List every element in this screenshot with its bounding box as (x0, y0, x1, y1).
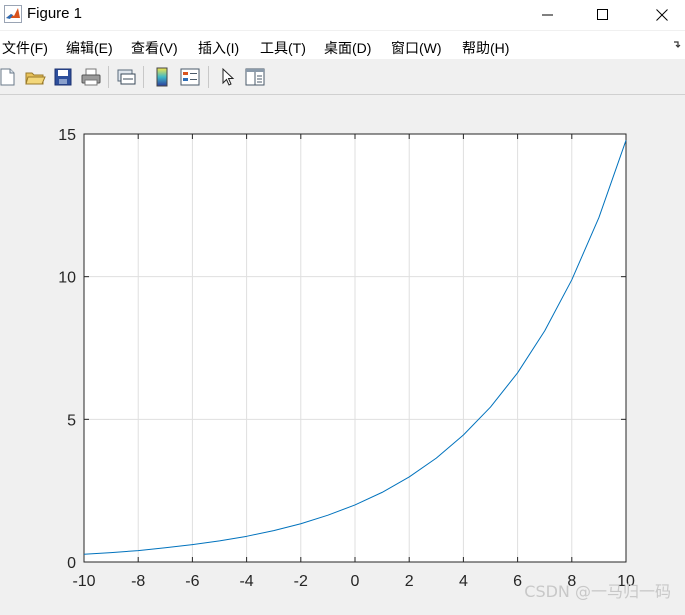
property-editor-icon[interactable] (244, 66, 266, 88)
y-tick-label: 0 (67, 555, 76, 572)
watermark: CSDN @一马归一码 (524, 582, 671, 601)
open-file-icon[interactable] (24, 66, 46, 88)
figure-toolbar (0, 60, 685, 95)
toolbar-separator (108, 66, 109, 88)
close-button[interactable] (639, 0, 685, 30)
x-tick-label: 2 (405, 573, 414, 590)
title-bar: Figure 1 (0, 0, 685, 30)
x-tick-label: -10 (72, 573, 95, 590)
insert-legend-icon[interactable] (179, 66, 201, 88)
menu-tools[interactable]: 工具(T) (260, 38, 306, 58)
x-tick-label: -2 (294, 573, 308, 590)
y-tick-label: 15 (58, 127, 76, 144)
pointer-arrow-icon[interactable] (216, 66, 238, 88)
x-tick-label: -8 (131, 573, 145, 590)
insert-colorbar-icon[interactable] (151, 66, 173, 88)
plot-axes[interactable]: -10 -8 -6 -4 -2 0 2 4 6 8 10051015 (0, 95, 685, 610)
x-tick-label: -4 (239, 573, 253, 590)
print-icon[interactable] (80, 66, 102, 88)
y-tick-label: 10 (58, 270, 76, 287)
matlab-logo-icon (4, 5, 22, 23)
minimize-icon (542, 14, 553, 16)
menu-window[interactable]: 窗口(W) (391, 38, 442, 58)
figure-canvas: -10 -8 -6 -4 -2 0 2 4 6 8 10 0 5 10 15 CSDN @一马归一码 (0, 95, 685, 610)
minimize-button[interactable] (525, 0, 571, 30)
x-tick-label: -6 (185, 573, 199, 590)
maximize-icon (597, 9, 608, 20)
link-plot-icon[interactable] (115, 66, 137, 88)
menu-bar: 文件(F) 编辑(E) 查看(V) 插入(I) 工具(T) 桌面(D) 窗口(W… (0, 31, 685, 59)
new-figure-icon[interactable] (0, 66, 18, 88)
y-tick-label: 5 (67, 412, 76, 429)
toolbar-dock-arrow-icon[interactable] (673, 39, 683, 49)
menu-edit[interactable]: 编辑(E) (66, 38, 113, 58)
menu-help[interactable]: 帮助(H) (462, 38, 509, 58)
maximize-button[interactable] (580, 0, 626, 30)
x-tick-label: 4 (459, 573, 468, 590)
close-icon (656, 9, 668, 21)
x-tick-label: 0 (351, 573, 360, 590)
window-title: Figure 1 (27, 5, 83, 22)
save-icon[interactable] (52, 66, 74, 88)
x-tick-label: 6 (513, 573, 522, 590)
toolbar-separator (143, 66, 144, 88)
menu-insert[interactable]: 插入(I) (198, 38, 239, 58)
toolbar-separator (208, 66, 209, 88)
menu-desktop[interactable]: 桌面(D) (324, 38, 371, 58)
menu-file[interactable]: 文件(F) (2, 38, 48, 58)
menu-view[interactable]: 查看(V) (131, 38, 178, 58)
